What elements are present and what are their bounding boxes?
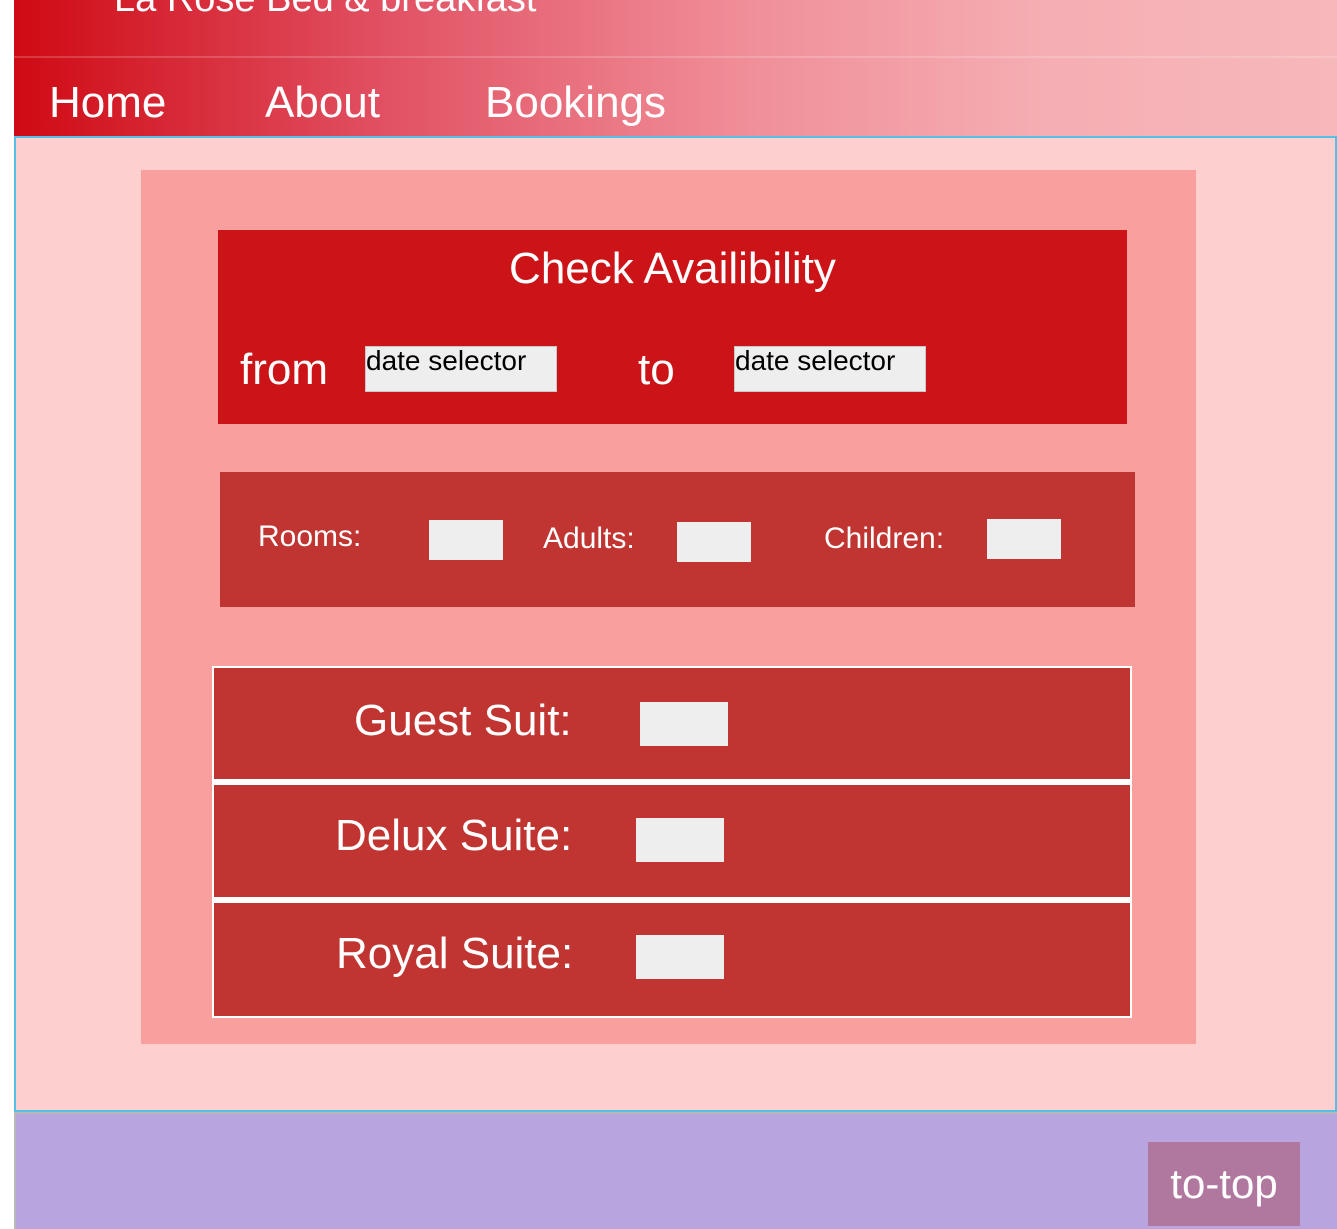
nav-bookings-link[interactable]: Bookings bbox=[485, 78, 666, 128]
site-title: La Rose Bed & breakfast bbox=[114, 0, 536, 21]
guest-suite-input[interactable] bbox=[640, 702, 728, 746]
royal-suite-input[interactable] bbox=[636, 935, 724, 979]
suite-row-royal: Royal Suite: bbox=[214, 903, 1130, 1016]
main-content: Check Availibility from date selector to… bbox=[14, 136, 1337, 1112]
suite-row-delux: Delux Suite: bbox=[214, 785, 1130, 897]
nav-home-link[interactable]: Home bbox=[49, 78, 166, 128]
booking-panel: Check Availibility from date selector to… bbox=[141, 170, 1196, 1044]
adults-input[interactable] bbox=[677, 522, 751, 562]
suite-row-guest: Guest Suit: bbox=[214, 668, 1130, 779]
availability-title: Check Availibility bbox=[509, 244, 836, 293]
site-footer: to-top bbox=[14, 1112, 1337, 1229]
royal-suite-label: Royal Suite: bbox=[336, 929, 574, 978]
to-top-button[interactable]: to-top bbox=[1148, 1142, 1300, 1226]
site-header: La Rose Bed & breakfast Home About Booki… bbox=[14, 0, 1337, 138]
delux-suite-input[interactable] bbox=[636, 818, 724, 862]
children-label: Children: bbox=[824, 522, 945, 555]
to-date-selector[interactable]: date selector bbox=[734, 346, 926, 392]
availability-section: Check Availibility from date selector to… bbox=[218, 230, 1127, 424]
from-date-selector[interactable]: date selector bbox=[365, 346, 557, 392]
adults-label: Adults: bbox=[543, 522, 635, 555]
suites-section: Guest Suit: Delux Suite: Royal Suite: bbox=[212, 666, 1132, 1018]
to-label: to bbox=[638, 345, 675, 394]
guest-suite-label: Guest Suit: bbox=[354, 696, 572, 745]
guests-section: Rooms: Adults: Children: bbox=[220, 472, 1135, 607]
page: La Rose Bed & breakfast Home About Booki… bbox=[14, 0, 1337, 1229]
delux-suite-label: Delux Suite: bbox=[335, 811, 573, 860]
children-input[interactable] bbox=[987, 519, 1061, 559]
nav-about-link[interactable]: About bbox=[265, 78, 380, 128]
rooms-input[interactable] bbox=[429, 520, 503, 560]
rooms-label: Rooms: bbox=[258, 520, 362, 553]
from-label: from bbox=[240, 345, 328, 394]
